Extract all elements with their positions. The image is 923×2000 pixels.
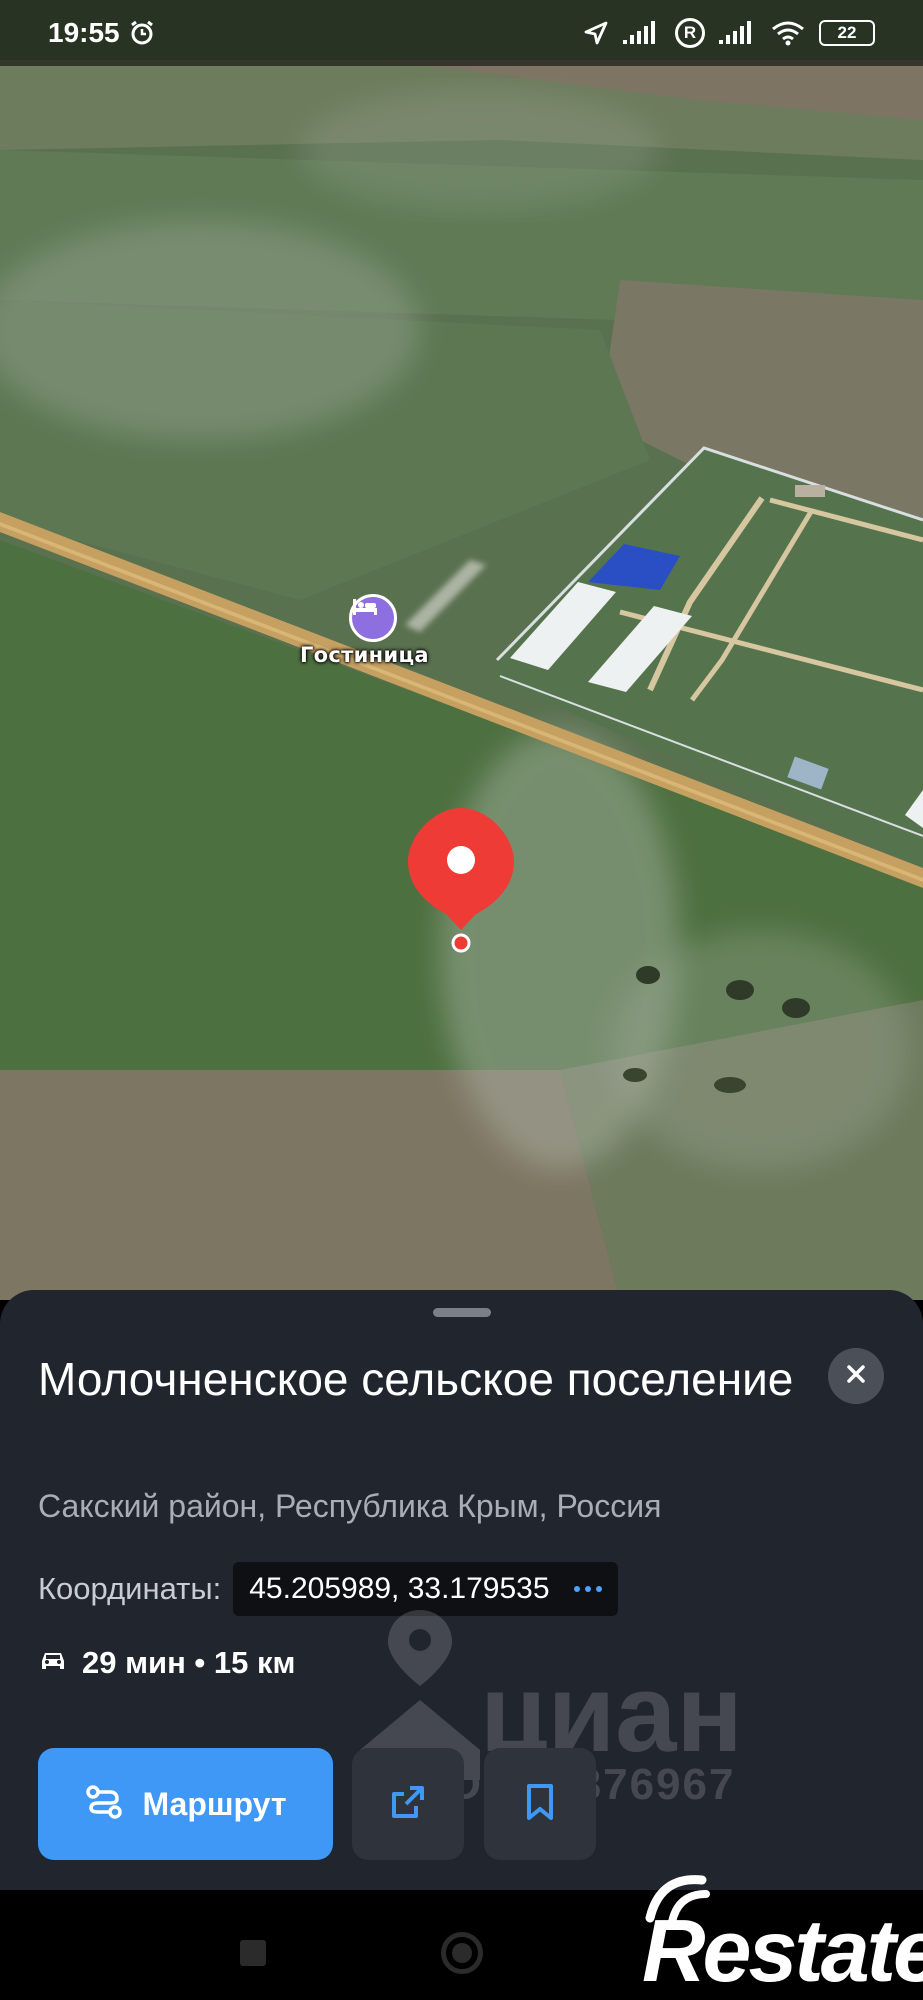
more-icon[interactable]: [573, 1586, 602, 1592]
close-button[interactable]: [828, 1348, 884, 1404]
restate-logo-text: Restate: [642, 1901, 923, 2000]
signal-icon: [719, 21, 757, 45]
satellite-map[interactable]: Гостиница: [0, 0, 923, 1300]
signal-icon: [623, 21, 661, 45]
bookmark-icon: [522, 1782, 558, 1826]
coordinates-row: Координаты: 45.205989, 33.179535: [38, 1562, 618, 1616]
place-address: Сакский район, Республика Крым, Россия: [38, 1488, 662, 1524]
status-time: 19:55: [48, 17, 120, 48]
alarm-icon: [128, 19, 156, 47]
share-button[interactable]: [352, 1748, 464, 1860]
poi-label[interactable]: Гостиница: [300, 643, 429, 667]
home-button[interactable]: [441, 1932, 483, 1974]
route-button[interactable]: Маршрут: [38, 1748, 333, 1860]
bookmark-button[interactable]: [484, 1748, 596, 1860]
coords-box[interactable]: 45.205989, 33.179535: [233, 1562, 618, 1616]
location-arrow-icon: [583, 20, 609, 46]
drive-time: 29 мин • 15 км: [82, 1645, 296, 1680]
place-title: Молочненское сельское поселение: [38, 1353, 794, 1405]
place-card: Молочненское сельское поселение Сакский …: [0, 1290, 923, 1890]
sheet-drag-handle[interactable]: [433, 1308, 491, 1317]
wifi-icon: [771, 20, 805, 46]
battery-icon: 22: [819, 20, 875, 46]
drive-info: 29 мин • 15 км: [38, 1645, 295, 1681]
bed-icon[interactable]: [349, 594, 397, 642]
satellite-imagery: [0, 0, 923, 1300]
restate-logo: Restate: [612, 1858, 923, 2000]
roaming-icon: R: [675, 18, 705, 48]
recents-button[interactable]: [240, 1940, 266, 1966]
coords-label: Координаты:: [38, 1571, 222, 1606]
status-bar: 19:55 R 22: [0, 0, 923, 66]
route-icon: [84, 1782, 124, 1826]
car-icon: [38, 1649, 68, 1677]
close-icon: [846, 1364, 866, 1388]
coords-value: 45.205989, 33.179535: [249, 1572, 550, 1605]
share-icon: [388, 1782, 428, 1826]
route-button-label: Маршрут: [142, 1785, 287, 1822]
